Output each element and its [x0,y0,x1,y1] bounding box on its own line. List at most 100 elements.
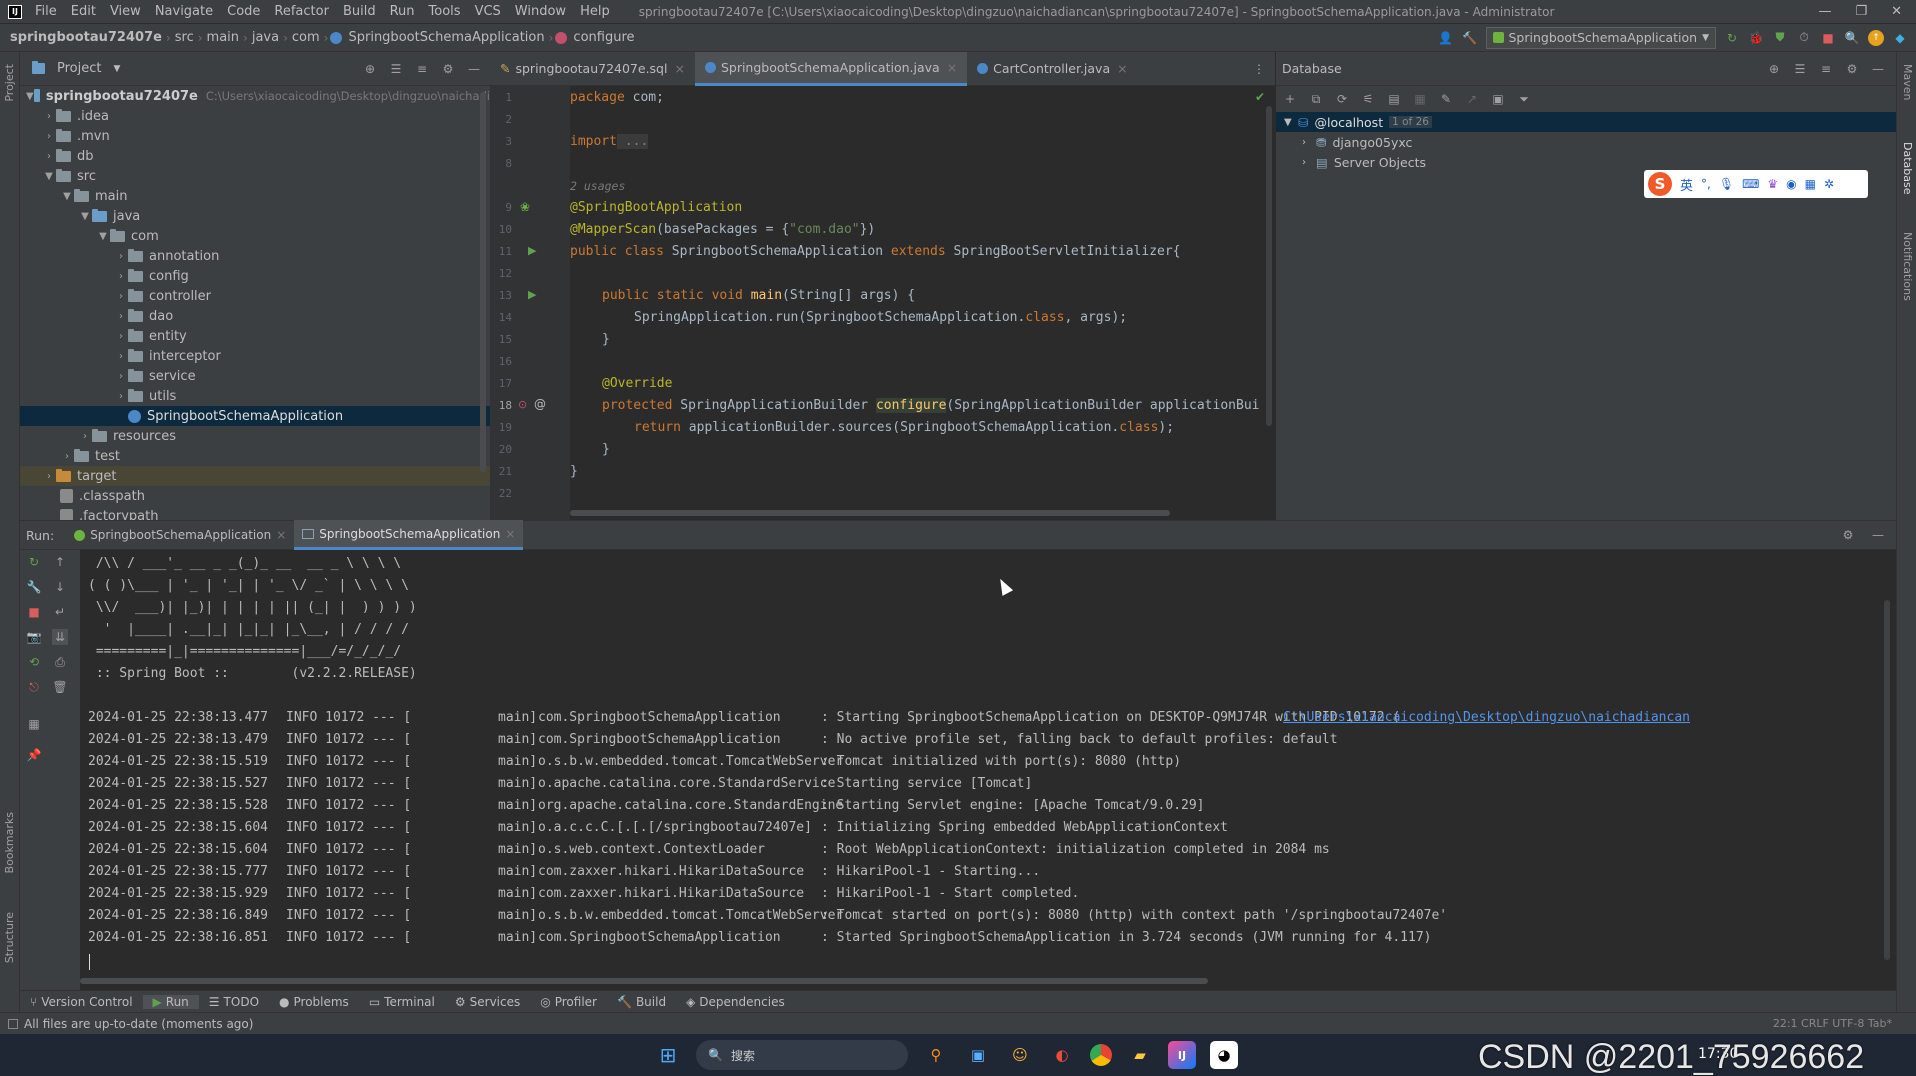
tree-item-utils[interactable]: › utils [20,386,490,406]
jump-icon[interactable]: ↗ [1464,91,1480,107]
intellij-icon[interactable]: IJ [1168,1041,1196,1069]
tree-item-selected-class[interactable]: SpringbootSchemaApplication [20,406,490,426]
menu-file[interactable]: File [28,0,64,24]
ime-lang[interactable]: 英 [1680,175,1693,194]
table-icon[interactable]: ▦ [1412,91,1428,107]
stop-icon[interactable]: ▤ [1386,91,1402,107]
locate-icon[interactable]: ⊕ [362,61,378,77]
user-icon[interactable]: 👤 [1438,30,1454,46]
wrench-icon[interactable]: 🔧 [26,579,42,595]
menu-build[interactable]: Build [336,0,383,24]
menu-view[interactable]: View [103,0,148,24]
tree-item-idea[interactable]: › .idea [20,106,490,126]
close-icon[interactable]: × [505,527,515,541]
tab-build[interactable]: 🔨 Build [607,995,676,1009]
tree-item-dao[interactable]: › dao [20,306,490,326]
breadcrumb-main[interactable]: main [203,30,243,45]
close-icon[interactable]: × [674,61,684,76]
tree-item-java[interactable]: ▼ java [20,206,490,226]
tree-item-main[interactable]: ▼ main [20,186,490,206]
qq-penguin-icon[interactable]: ☺ [1006,1041,1034,1069]
profile-icon[interactable]: ⏱ [1796,30,1812,46]
tab-dependencies[interactable]: ◈ Dependencies [676,995,795,1009]
desktop-icon[interactable]: ▣ [964,1041,992,1069]
vertical-scrollbar[interactable] [1266,106,1272,426]
console-icon[interactable]: ▣ [1490,91,1506,107]
copy-icon[interactable]: ⧉ [1308,91,1324,107]
taskbar-search[interactable]: 🔍 搜索 [696,1040,908,1070]
breadcrumb-com[interactable]: com [288,30,324,45]
menu-code[interactable]: Code [220,0,267,24]
menu-window[interactable]: Window [508,0,573,24]
horizontal-scrollbar[interactable] [570,510,1170,516]
minimize-icon[interactable]: — [1818,4,1831,19]
menu-vcs[interactable]: VCS [468,0,508,24]
print-icon[interactable]: ⎙ [52,654,68,670]
menu-refactor[interactable]: Refactor [267,0,336,24]
coverage-icon[interactable]: ⛊ [1772,30,1788,46]
breadcrumb-java[interactable]: java [248,30,283,45]
breadcrumb-project[interactable]: springbootau72407e [6,30,166,45]
arrow-up-icon[interactable]: ↑ [52,554,68,570]
tab-run[interactable]: ▶ Run [142,994,199,1009]
update-icon[interactable]: ↑ [1868,29,1884,46]
expand-all-icon[interactable]: ☰ [388,61,404,77]
weibo-icon[interactable]: ◐ [1048,1041,1076,1069]
tree-root[interactable]: ▼ springbootau72407e C:\Users\xiaocaicod… [20,86,490,106]
vertical-scrollbar[interactable] [1884,600,1890,960]
run-tab-1[interactable]: SpringbootSchemaApplication × [66,520,294,550]
tree-item-resources[interactable]: › resources [20,426,490,446]
status-right-info[interactable]: 22:1 CRLF UTF-8 Tab* [1773,1017,1916,1030]
windows-start-icon[interactable]: ⊞ [654,1041,682,1069]
tree-item-config[interactable]: › config [20,266,490,286]
add-icon[interactable]: + [1282,91,1298,107]
tab-profiler[interactable]: ◎ Profiler [530,995,607,1009]
code-area[interactable]: 1 2 3 8 9 10 11 12 13 14 15 16 17 18 19 … [490,86,1275,520]
tab-terminal[interactable]: ▭ Terminal [359,995,445,1009]
tab-services[interactable]: ⚙ Services [445,995,530,1009]
hammer-build-icon[interactable]: 🔨 [1462,30,1478,46]
refresh-icon[interactable]: ⟳ [1334,91,1350,107]
close-icon[interactable]: ✕ [1891,4,1902,19]
hide-icon[interactable]: — [1870,527,1886,543]
gear-icon[interactable]: ⚙ [1840,527,1856,543]
db-host-row[interactable]: ▼ ⛁ @localhost 1 of 26 [1276,112,1896,132]
keyboard-icon[interactable]: ⌨ [1742,177,1759,191]
gear-icon[interactable]: ⚙ [440,61,456,77]
breadcrumb-class[interactable]: SpringbootSchemaApplication [344,30,548,45]
rerun-icon[interactable]: ↻ [1724,30,1740,46]
tree-item-classpath[interactable]: .classpath [20,486,490,506]
edit-icon[interactable]: ✎ [1438,91,1454,107]
status-message[interactable]: All files are up-to-date (moments ago) [24,1017,253,1031]
scrollbar[interactable] [480,92,486,472]
file-explorer-icon[interactable]: ▰ [1126,1041,1154,1069]
close-icon[interactable]: × [947,60,957,75]
collapse-all-icon[interactable]: ≡ [414,61,430,77]
filter-icon[interactable]: ⏷ [1516,91,1532,107]
exit-icon[interactable]: ⎋ [26,679,42,695]
layout-icon[interactable]: ▦ [26,716,42,732]
breadcrumb-method[interactable]: configure [569,30,638,45]
menu-navigate[interactable]: Navigate [148,0,220,24]
search-everywhere-icon[interactable]: 🔍 [1844,30,1860,46]
debug-icon[interactable]: 🐞 [1748,30,1764,46]
spring-bean-gutter-icon[interactable]: ❀ [520,200,530,214]
override-gutter-icon[interactable]: ⊙ [518,398,527,411]
bookmarks-tool-button[interactable]: Bookmarks [3,812,16,873]
menu-run[interactable]: Run [383,0,422,24]
hide-icon[interactable]: — [466,61,482,77]
db-schema-row[interactable]: › ⛃ django05yxc [1276,132,1896,152]
soft-wrap-icon[interactable]: ↵ [52,604,68,620]
notifications-tool-button[interactable]: Notifications [1901,232,1914,301]
camera-icon[interactable]: 📷 [26,629,42,645]
hide-icon[interactable]: — [1870,61,1886,77]
qq-icon[interactable]: ◕ [1210,1041,1238,1069]
expand-all-icon[interactable]: ☰ [1792,61,1808,77]
search-app-icon[interactable]: ⚲ [922,1041,950,1069]
tree-item-com[interactable]: ▼ com [20,226,490,246]
arrow-down-icon[interactable]: ↓ [52,579,68,595]
tree-item-controller[interactable]: › controller [20,286,490,306]
run-config-selector[interactable]: SpringbootSchemaApplication ▼ [1485,26,1716,49]
status-square-icon[interactable] [8,1018,18,1029]
close-icon[interactable]: × [276,528,286,542]
